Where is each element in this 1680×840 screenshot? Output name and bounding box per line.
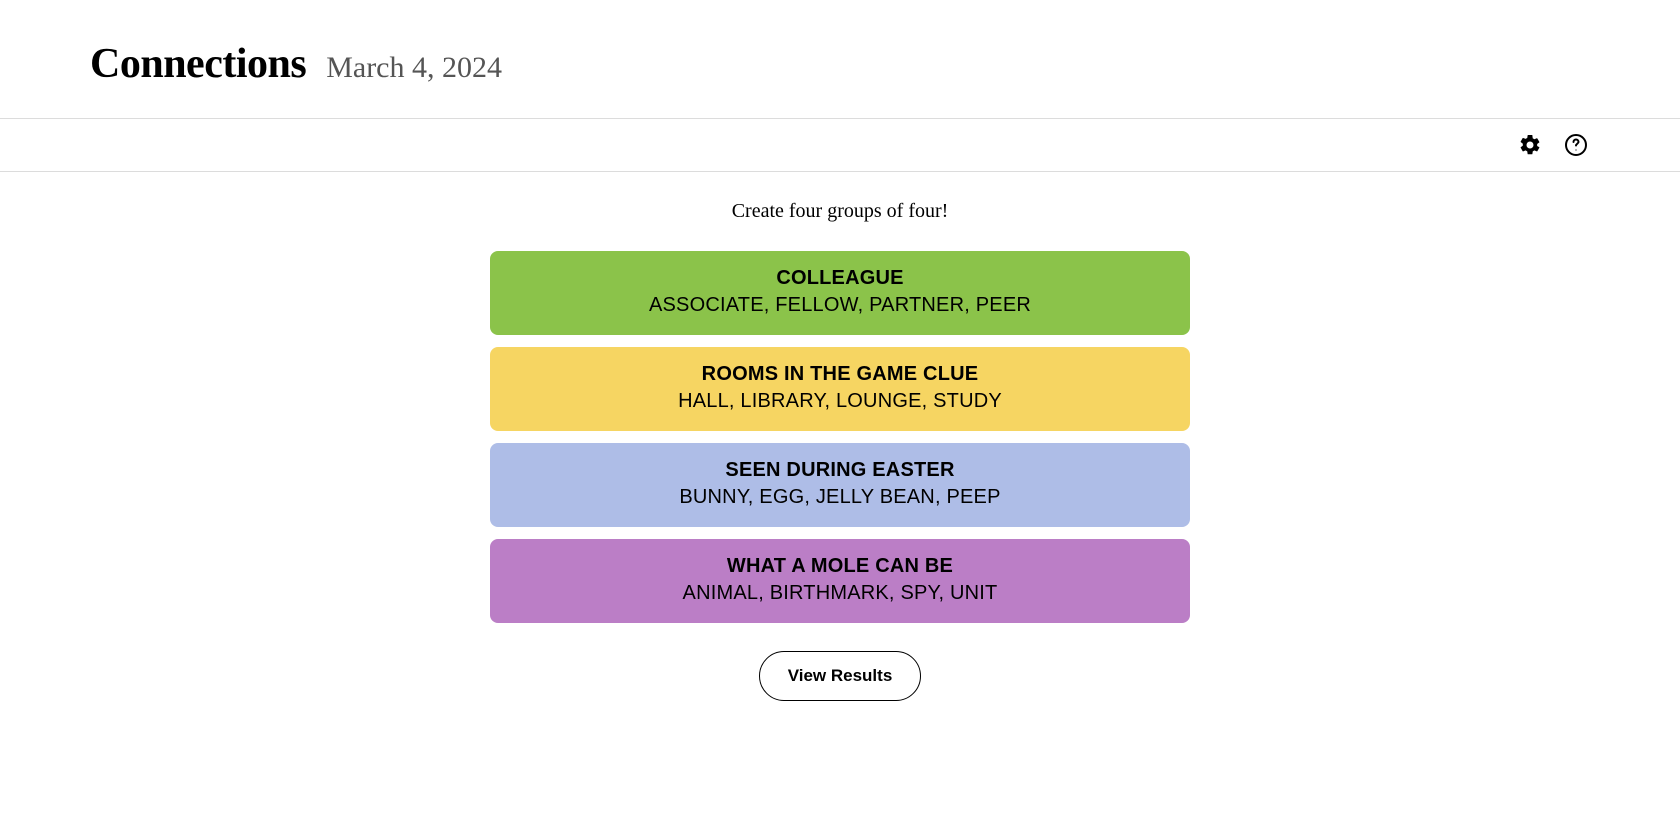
main: Create four groups of four! COLLEAGUE AS…: [0, 172, 1680, 741]
solved-group-yellow: ROOMS IN THE GAME CLUE HALL, LIBRARY, LO…: [490, 347, 1190, 431]
instruction-text: Create four groups of four!: [732, 200, 949, 223]
gear-icon: [1518, 133, 1542, 157]
help-icon: [1564, 133, 1588, 157]
group-title: ROOMS IN THE GAME CLUE: [500, 363, 1180, 386]
page-title: Connections: [90, 40, 306, 88]
toolbar: [0, 119, 1680, 172]
solved-group-purple: WHAT A MOLE CAN BE ANIMAL, BIRTHMARK, SP…: [490, 539, 1190, 623]
group-title: WHAT A MOLE CAN BE: [500, 555, 1180, 578]
solved-group-blue: SEEN DURING EASTER BUNNY, EGG, JELLY BEA…: [490, 443, 1190, 527]
view-results-button[interactable]: View Results: [759, 651, 922, 701]
groups-container: COLLEAGUE ASSOCIATE, FELLOW, PARTNER, PE…: [490, 251, 1190, 623]
date-label: March 4, 2024: [326, 51, 502, 85]
group-words: BUNNY, EGG, JELLY BEAN, PEEP: [500, 486, 1180, 509]
solved-group-green: COLLEAGUE ASSOCIATE, FELLOW, PARTNER, PE…: [490, 251, 1190, 335]
group-words: ASSOCIATE, FELLOW, PARTNER, PEER: [500, 294, 1180, 317]
group-title: SEEN DURING EASTER: [500, 459, 1180, 482]
header-content: Connections March 4, 2024: [90, 40, 1590, 88]
group-title: COLLEAGUE: [500, 267, 1180, 290]
settings-button[interactable]: [1516, 131, 1544, 159]
group-words: ANIMAL, BIRTHMARK, SPY, UNIT: [500, 582, 1180, 605]
group-words: HALL, LIBRARY, LOUNGE, STUDY: [500, 390, 1180, 413]
header: Connections March 4, 2024: [0, 0, 1680, 119]
help-button[interactable]: [1562, 131, 1590, 159]
